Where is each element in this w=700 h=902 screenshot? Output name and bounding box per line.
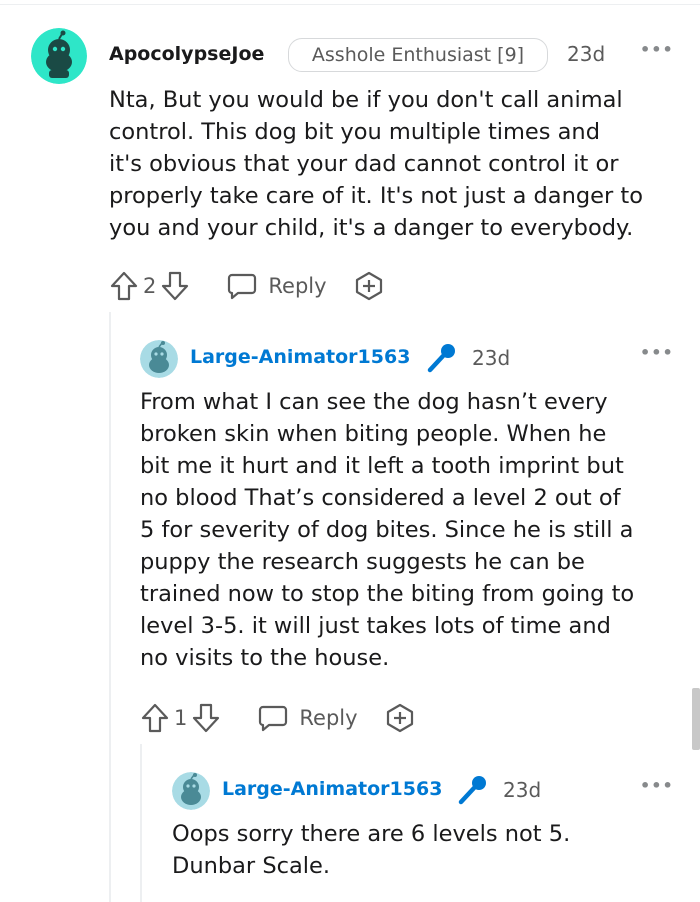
downvote-icon[interactable] — [160, 270, 190, 302]
comment-line: bit me it hurt and it left a tooth impri… — [140, 453, 624, 479]
comment-line: broken skin when biting people. When he — [140, 421, 607, 447]
avatar[interactable] — [140, 340, 178, 378]
comment-line: level 3-5. it will just takes lots of ti… — [140, 613, 611, 639]
comment-line: control. This dog bit you multiple times… — [109, 119, 600, 145]
user-flair: Asshole Enthusiast [9] — [288, 38, 548, 72]
downvote-icon[interactable] — [191, 702, 221, 734]
add-award-icon[interactable] — [353, 270, 385, 302]
reply-button[interactable]: Reply — [257, 703, 358, 733]
comment-line: it's obvious that your dad cannot contro… — [109, 151, 619, 177]
comment-line: properly take care of it. It's not just … — [109, 183, 643, 209]
reply-bubble-icon — [259, 705, 288, 732]
comment-timestamp[interactable]: 23d — [503, 778, 541, 802]
comment-line: Nta, But you would be if you don't call … — [109, 87, 623, 113]
comment-timestamp[interactable]: 23d — [567, 42, 605, 66]
microphone-icon — [424, 342, 458, 376]
comment-line: puppy the research suggests he can be — [140, 549, 585, 575]
comment-body: Nta, But you would be if you don't call … — [109, 84, 643, 244]
reply-label: Reply — [299, 706, 358, 730]
scrollbar-thumb[interactable] — [692, 688, 700, 750]
thread-line-level-1[interactable] — [109, 312, 111, 902]
comment-line: Oops sorry there are 6 levels not 5. — [172, 821, 571, 847]
avatar-snoo-icon — [31, 28, 87, 84]
add-award-icon[interactable] — [384, 702, 416, 734]
avatar-snoo-icon — [140, 340, 178, 378]
comment-line: Dunbar Scale. — [172, 853, 331, 879]
upvote-icon[interactable] — [109, 270, 139, 302]
thread-line-level-2[interactable] — [140, 744, 142, 902]
avatar[interactable] — [31, 28, 87, 84]
comment-line: no blood That’s considered a level 2 out… — [140, 485, 621, 511]
comment-line: you and your child, it's a danger to eve… — [109, 215, 634, 241]
comment-username[interactable]: ApocolypseJoe — [109, 43, 264, 65]
comment-line: 5 for severity of dog bites. Since he is… — [140, 517, 634, 543]
avatar[interactable] — [172, 772, 210, 810]
reply-bubble-icon — [228, 273, 257, 300]
more-options-icon[interactable]: ••• — [640, 776, 674, 795]
more-options-icon[interactable]: ••• — [640, 343, 674, 362]
reply-label: Reply — [268, 274, 327, 298]
more-options-icon[interactable]: ••• — [640, 40, 674, 59]
comment-actions: 2 Reply — [109, 268, 385, 304]
microphone-icon — [455, 774, 489, 808]
vote-count: 2 — [143, 274, 157, 298]
comment-line: trained now to stop the biting from goin… — [140, 581, 635, 607]
comment-line: no visits to the house. — [140, 645, 390, 671]
avatar-snoo-icon — [172, 772, 210, 810]
comment-line: From what I can see the dog hasn’t every — [140, 389, 608, 415]
comment-body: From what I can see the dog hasn’t every… — [140, 386, 634, 674]
vote-count: 1 — [174, 706, 188, 730]
comment-username-op[interactable]: Large-Animator1563 — [190, 346, 410, 368]
top-divider — [0, 4, 700, 5]
comment-actions: 1 Reply — [140, 700, 416, 736]
comment-username-op[interactable]: Large-Animator1563 — [222, 778, 442, 800]
upvote-icon[interactable] — [140, 702, 170, 734]
comment-timestamp[interactable]: 23d — [472, 346, 510, 370]
comment-body: Oops sorry there are 6 levels not 5. Dun… — [172, 818, 570, 882]
reply-button[interactable]: Reply — [226, 271, 327, 301]
